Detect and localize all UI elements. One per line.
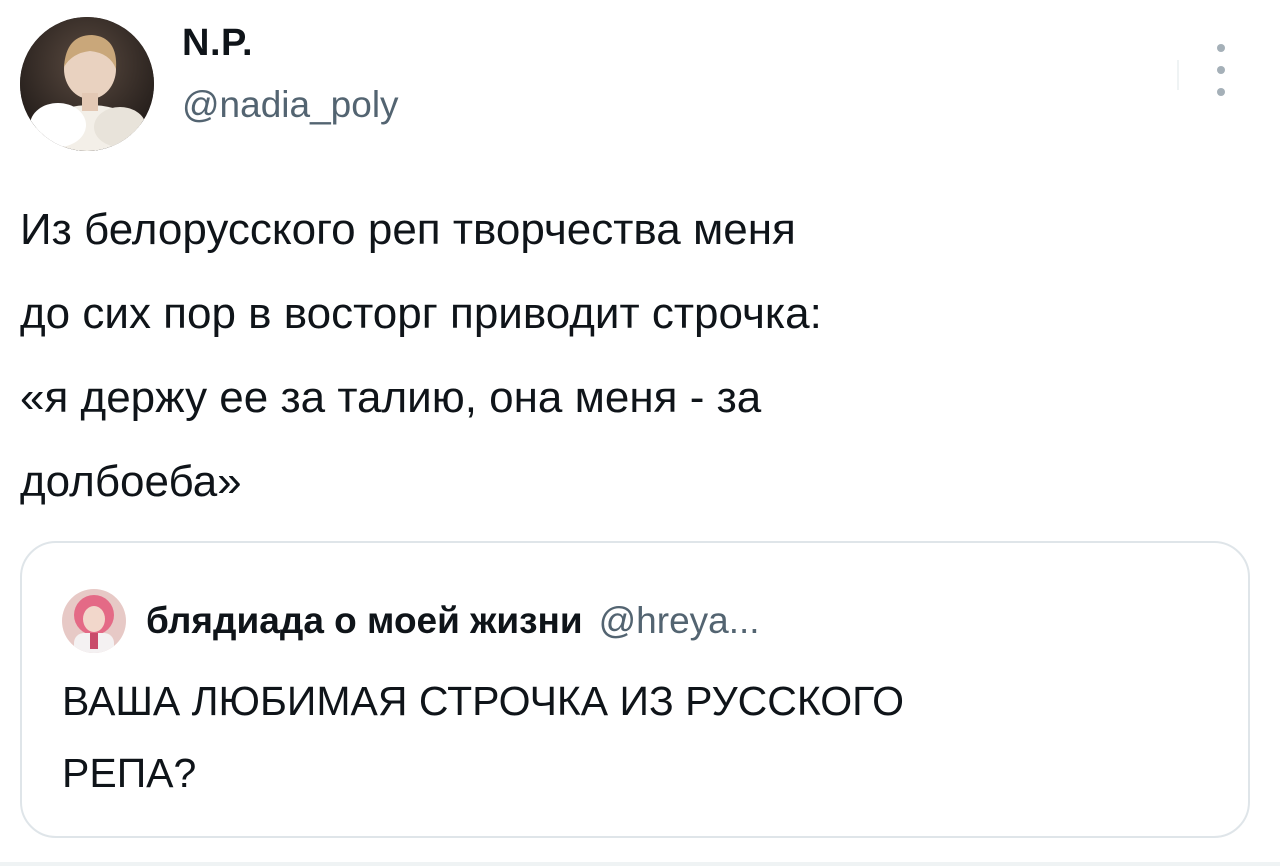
author-avatar[interactable] bbox=[20, 17, 154, 151]
more-dot bbox=[1217, 88, 1225, 96]
header-divider bbox=[1177, 60, 1179, 90]
quoted-author-avatar[interactable] bbox=[62, 589, 126, 653]
author-handle[interactable]: @nadia_poly bbox=[182, 84, 399, 126]
quoted-author-handle[interactable]: @hreya... bbox=[599, 600, 760, 642]
tweet-text-line: Из белорусского реп творчества меня bbox=[20, 205, 796, 254]
more-dot bbox=[1217, 66, 1225, 74]
quoted-author-display-name[interactable]: блядиада о моей жизни bbox=[146, 600, 583, 642]
tweet-text-line: «я держу ее за талию, она меня - за bbox=[20, 373, 762, 422]
quoted-tweet-header: блядиада о моей жизни @hreya... bbox=[62, 589, 760, 653]
tweet: N.P. @nadia_poly Из белорусского реп тво… bbox=[0, 0, 1280, 866]
more-vertical-icon[interactable] bbox=[1206, 44, 1236, 96]
author-display-name[interactable]: N.P. bbox=[182, 22, 253, 65]
quoted-text-line: ВАША ЛЮБИМАЯ СТРОЧКА ИЗ РУССКОГО bbox=[62, 678, 904, 724]
bottom-divider bbox=[0, 862, 1280, 866]
tweet-text: Из белорусского реп творчества меня до с… bbox=[20, 188, 1250, 524]
quoted-tweet-card[interactable]: блядиада о моей жизни @hreya... ВАША ЛЮБ… bbox=[20, 541, 1250, 838]
quoted-tweet-text: ВАША ЛЮБИМАЯ СТРОЧКА ИЗ РУССКОГО РЕПА? bbox=[62, 665, 1212, 809]
quoted-text-line: РЕПА? bbox=[62, 750, 197, 796]
more-dot bbox=[1217, 44, 1225, 52]
tweet-text-line: долбоеба» bbox=[20, 457, 242, 506]
tweet-text-line: до сих пор в восторг приводит строчка: bbox=[20, 289, 822, 338]
